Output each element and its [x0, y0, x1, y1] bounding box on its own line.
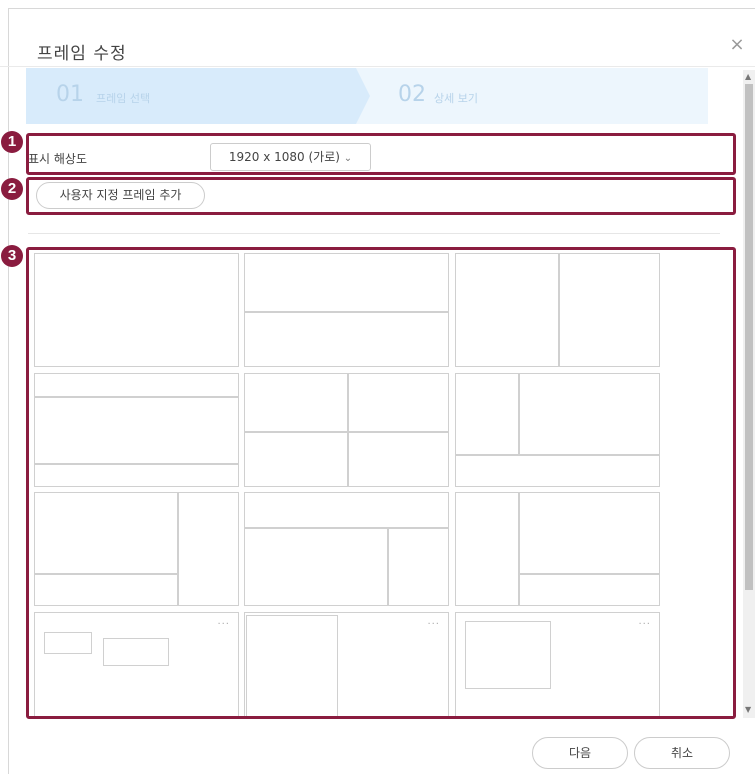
callout-badge-1: 1: [1, 131, 23, 153]
close-icon[interactable]: ×: [727, 35, 747, 55]
dialog-title: 프레임 수정: [37, 44, 127, 64]
callout-box-2: [26, 177, 736, 215]
callout-box-3: [26, 247, 736, 719]
header-divider: [0, 66, 755, 67]
step-2-number: 02: [398, 82, 426, 107]
callout-badge-2: 2: [1, 178, 23, 200]
step-2-label: 상세 보기: [434, 92, 478, 105]
callout-badge-3: 3: [1, 245, 23, 267]
scroll-down-icon[interactable]: ▼: [745, 705, 751, 714]
step-1-label: 프레임 선택: [96, 92, 151, 105]
scrollbar[interactable]: ▲ ▼: [743, 70, 755, 718]
step-1-number: 01: [56, 82, 84, 107]
scroll-thumb[interactable]: [745, 84, 753, 590]
section-divider: [28, 233, 720, 234]
next-button[interactable]: 다음: [532, 737, 628, 769]
callout-box-1: [26, 133, 736, 175]
cancel-button[interactable]: 취소: [634, 737, 730, 769]
scroll-up-icon[interactable]: ▲: [745, 72, 751, 81]
step-indicator: 01 프레임 선택 02 상세 보기: [26, 68, 708, 124]
step-arrow: [356, 68, 370, 124]
